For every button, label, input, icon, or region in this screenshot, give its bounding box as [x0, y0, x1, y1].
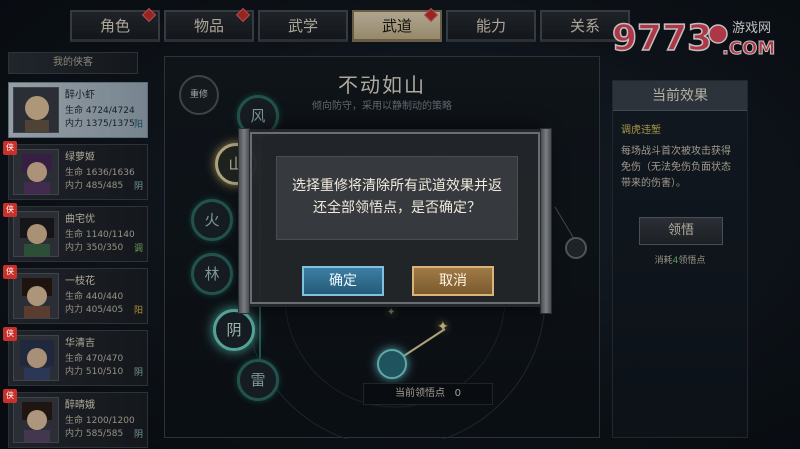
learn-cost: 消耗4领悟点	[654, 256, 706, 266]
site-logo: 9773 游戏网 .COM	[611, 17, 776, 60]
notification-badge	[423, 7, 439, 23]
character-mp: 内力 510/510	[65, 367, 124, 377]
character-attribute: 阴	[133, 430, 143, 440]
tab-martial-way[interactable]: 武道	[352, 7, 442, 42]
skill-node-locked[interactable]	[565, 237, 587, 259]
character-card[interactable]: 侠 华清吉 生命 470/470 内力 510/510 阴	[3, 327, 148, 386]
character-attribute: 阴	[133, 182, 143, 192]
companion-badge: 侠	[3, 327, 17, 341]
character-hp: 生命 1636/1636	[65, 168, 135, 178]
scroll-rod-left	[238, 128, 250, 314]
points-value: 0	[454, 388, 461, 399]
character-portrait	[13, 273, 59, 319]
stance-title: 不动如山	[338, 73, 426, 97]
scroll-rod-right	[540, 128, 552, 314]
effect-panel: 当前效果 调虎违堑 每场战斗首次被攻击获得免伤（无法免伤负面状态带来的伤害）。 …	[612, 80, 748, 438]
roster-label: 我的侠客	[8, 52, 138, 74]
dialog-message: 选择重修将清除所有武道效果并返 还全部领悟点，是否确定？	[276, 156, 518, 240]
character-name: 绿萝姬	[65, 152, 95, 163]
character-portrait	[13, 211, 59, 257]
learn-button[interactable]: 领悟	[639, 217, 723, 245]
character-mp: 内力 585/585	[65, 429, 124, 439]
character-card[interactable]: 侠 曲宅优 生命 1140/1140 内力 350/350 调	[3, 203, 148, 262]
character-mp: 内力 485/485	[65, 181, 124, 191]
character-portrait	[13, 397, 59, 443]
star-sparkle-icon: ✦	[437, 319, 449, 335]
character-hp: 生命 1140/1140	[65, 230, 135, 240]
tab-items[interactable]: 物品	[164, 7, 254, 42]
character-attribute: 阴	[133, 368, 143, 378]
notification-badge	[235, 7, 251, 23]
character-name: 醉晴娥	[65, 400, 95, 411]
node-yin[interactable]: 阴	[213, 309, 255, 351]
character-card[interactable]: 侠 绿萝姬 生命 1636/1636 内力 485/485 阴	[3, 141, 148, 200]
character-hp: 生命 470/470	[65, 354, 124, 364]
node-fire[interactable]: 火	[191, 199, 233, 241]
character-mp: 内力 350/350	[65, 243, 124, 253]
top-tab-bar: 角色 物品 武学 武道 能力 关系	[70, 7, 630, 44]
character-card[interactable]: 醉小虾 生命 4724/4724 内力 1375/1375 阳	[8, 82, 148, 138]
node-thunder[interactable]: 雷	[237, 359, 279, 401]
stance-subtitle: 倾向防守，采用以静制动的策略	[312, 101, 452, 112]
character-card[interactable]: 侠 一枝花 生命 440/440 内力 405/405 阳	[3, 265, 148, 324]
character-name: 一枝花	[65, 276, 95, 287]
character-portrait	[13, 87, 59, 133]
effect-description: 每场战斗首次被攻击获得免伤（无法免伤负面状态带来的伤害）。	[621, 146, 731, 189]
character-name: 华清吉	[65, 338, 95, 349]
character-hp: 生命 1200/1200	[65, 416, 135, 426]
tab-abilities[interactable]: 能力	[446, 10, 536, 42]
companion-badge: 侠	[3, 389, 17, 403]
svg-text:.COM: .COM	[722, 38, 775, 59]
character-attribute: 阳	[133, 306, 143, 316]
companion-badge: 侠	[3, 141, 17, 155]
character-attribute: 阳	[133, 120, 143, 130]
character-portrait	[13, 335, 59, 381]
tab-character[interactable]: 角色	[70, 7, 160, 42]
character-mp: 内力 1375/1375	[65, 119, 135, 129]
notification-badge	[141, 7, 157, 23]
svg-text:9773: 9773	[612, 18, 712, 59]
skill-node-active[interactable]	[377, 349, 407, 379]
node-forest[interactable]: 林	[191, 253, 233, 295]
tab-martial-arts[interactable]: 武学	[258, 10, 348, 42]
character-attribute: 调	[133, 244, 143, 254]
svg-text:游戏网: 游戏网	[732, 21, 771, 36]
effect-name: 调虎违堑	[621, 125, 661, 136]
confirm-dialog: 选择重修将清除所有武道效果并返 还全部领悟点，是否确定？ 确定 取消	[238, 128, 552, 314]
reset-button[interactable]: 重修	[179, 75, 219, 115]
points-label: 当前领悟点	[395, 388, 446, 399]
character-card[interactable]: 侠 醉晴娥 生命 1200/1200 内力 585/585 阴	[3, 389, 148, 448]
effect-panel-title: 当前效果	[613, 81, 747, 111]
learning-points-bar: 当前领悟点 0	[363, 383, 493, 405]
character-portrait	[13, 149, 59, 195]
character-hp: 生命 440/440	[65, 292, 124, 302]
confirm-button[interactable]: 确定	[302, 266, 384, 296]
companion-badge: 侠	[3, 265, 17, 279]
character-name: 醉小虾	[65, 90, 95, 101]
star-sparkle-icon: ✦	[387, 307, 396, 318]
companion-badge: 侠	[3, 203, 17, 217]
character-mp: 内力 405/405	[65, 305, 124, 315]
character-name: 曲宅优	[65, 214, 95, 225]
cancel-button[interactable]: 取消	[412, 266, 494, 296]
character-roster: 我的侠客 醉小虾 生命 4724/4724 内力 1375/1375 阳 侠 绿…	[0, 52, 150, 449]
character-hp: 生命 4724/4724	[65, 106, 135, 116]
